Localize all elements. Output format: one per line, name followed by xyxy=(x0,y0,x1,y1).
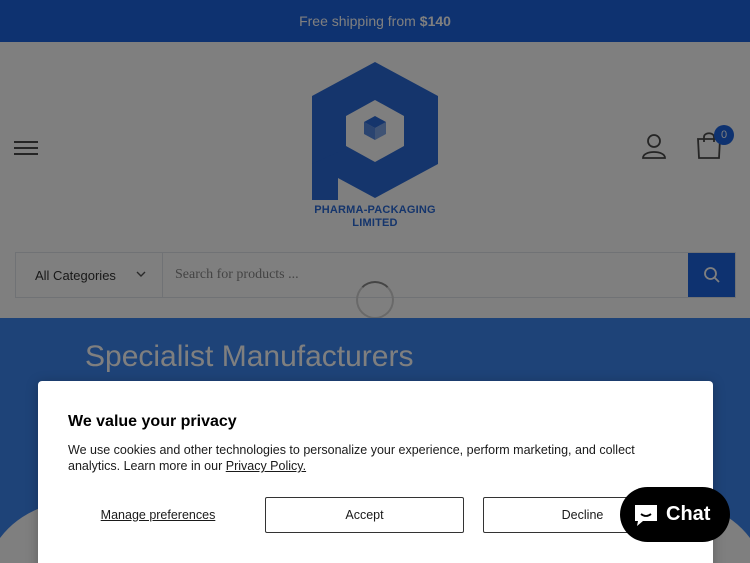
chat-button[interactable]: Chat xyxy=(620,487,730,542)
cookie-title: We value your privacy xyxy=(68,413,237,430)
cookie-description-text: We use cookies and other technologies to… xyxy=(68,443,635,473)
cookie-description: We use cookies and other technologies to… xyxy=(68,442,688,474)
manage-preferences-button[interactable]: Manage preferences xyxy=(78,497,238,533)
chat-label: Chat xyxy=(666,503,711,525)
privacy-policy-link[interactable]: Privacy Policy. xyxy=(226,459,306,473)
chat-bubble-icon xyxy=(635,504,657,526)
accept-button[interactable]: Accept xyxy=(265,497,464,533)
cookie-consent-banner: We value your privacy We use cookies and… xyxy=(38,381,713,563)
